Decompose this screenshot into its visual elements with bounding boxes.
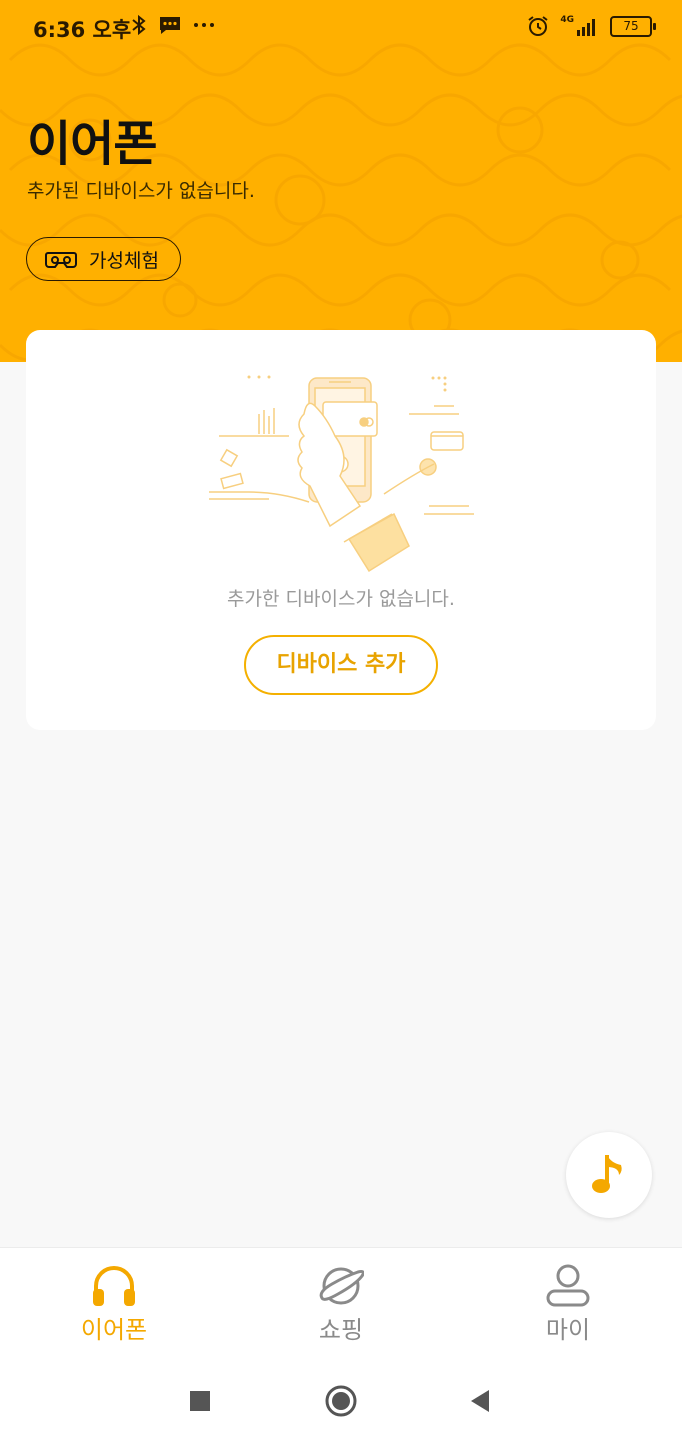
back-button[interactable] <box>460 1381 500 1421</box>
recent-apps-button[interactable] <box>180 1381 220 1421</box>
message-icon <box>160 17 180 34</box>
nav-my[interactable]: 마이 <box>508 1264 628 1345</box>
battery-indicator: 75 <box>610 15 656 37</box>
bottom-navigation: 이어폰 쇼핑 마이 <box>0 1247 682 1358</box>
bluetooth-icon <box>132 14 146 36</box>
nav-shopping-label: 쇼핑 <box>318 1316 364 1344</box>
vr-headset-icon <box>45 252 77 268</box>
square-icon <box>190 1391 210 1411</box>
virtual-experience-button[interactable]: 가성체험 <box>26 237 181 281</box>
music-note-icon <box>592 1155 622 1193</box>
status-icons-right: 4G 75 <box>526 14 656 38</box>
music-player-button[interactable] <box>566 1132 652 1218</box>
nav-earphones[interactable]: 이어폰 <box>54 1264 174 1345</box>
home-button[interactable] <box>321 1381 361 1421</box>
nav-earphones-label: 이어폰 <box>80 1316 148 1344</box>
nav-shopping[interactable]: 쇼핑 <box>281 1264 401 1345</box>
home-circle-icon <box>325 1385 357 1417</box>
nav-my-label: 마이 <box>545 1316 591 1344</box>
status-bar: 6:36 오후 4G 75 <box>0 0 682 58</box>
virtual-experience-label: 가성체험 <box>89 249 159 272</box>
empty-devices-illustration <box>209 375 474 573</box>
empty-devices-message: 추가한 디바이스가 없습니다. <box>227 588 455 610</box>
signal-bars-icon <box>577 19 595 36</box>
system-navigation-bar <box>0 1357 682 1440</box>
signal-indicator: 4G <box>560 16 600 36</box>
add-device-button[interactable]: 디바이스 추가 <box>244 635 438 695</box>
network-type: 4G <box>560 15 574 25</box>
page-title: 이어폰 <box>27 116 157 172</box>
planet-icon <box>319 1267 364 1305</box>
header-banner: 6:36 오후 4G 75 이어폰 추가된 디바이스가 없습니다. 가성체험 <box>0 0 682 362</box>
headphones-icon <box>93 1266 135 1306</box>
status-time: 6:36 오후 <box>33 18 132 42</box>
status-icons-left <box>130 14 216 36</box>
device-card: 추가한 디바이스가 없습니다. 디바이스 추가 <box>26 330 656 730</box>
person-icon <box>546 1264 590 1307</box>
alarm-icon <box>528 16 548 36</box>
page-subtitle: 추가된 디바이스가 없습니다. <box>27 180 255 202</box>
more-notifications-icon <box>194 23 214 27</box>
back-triangle-icon <box>471 1390 489 1412</box>
